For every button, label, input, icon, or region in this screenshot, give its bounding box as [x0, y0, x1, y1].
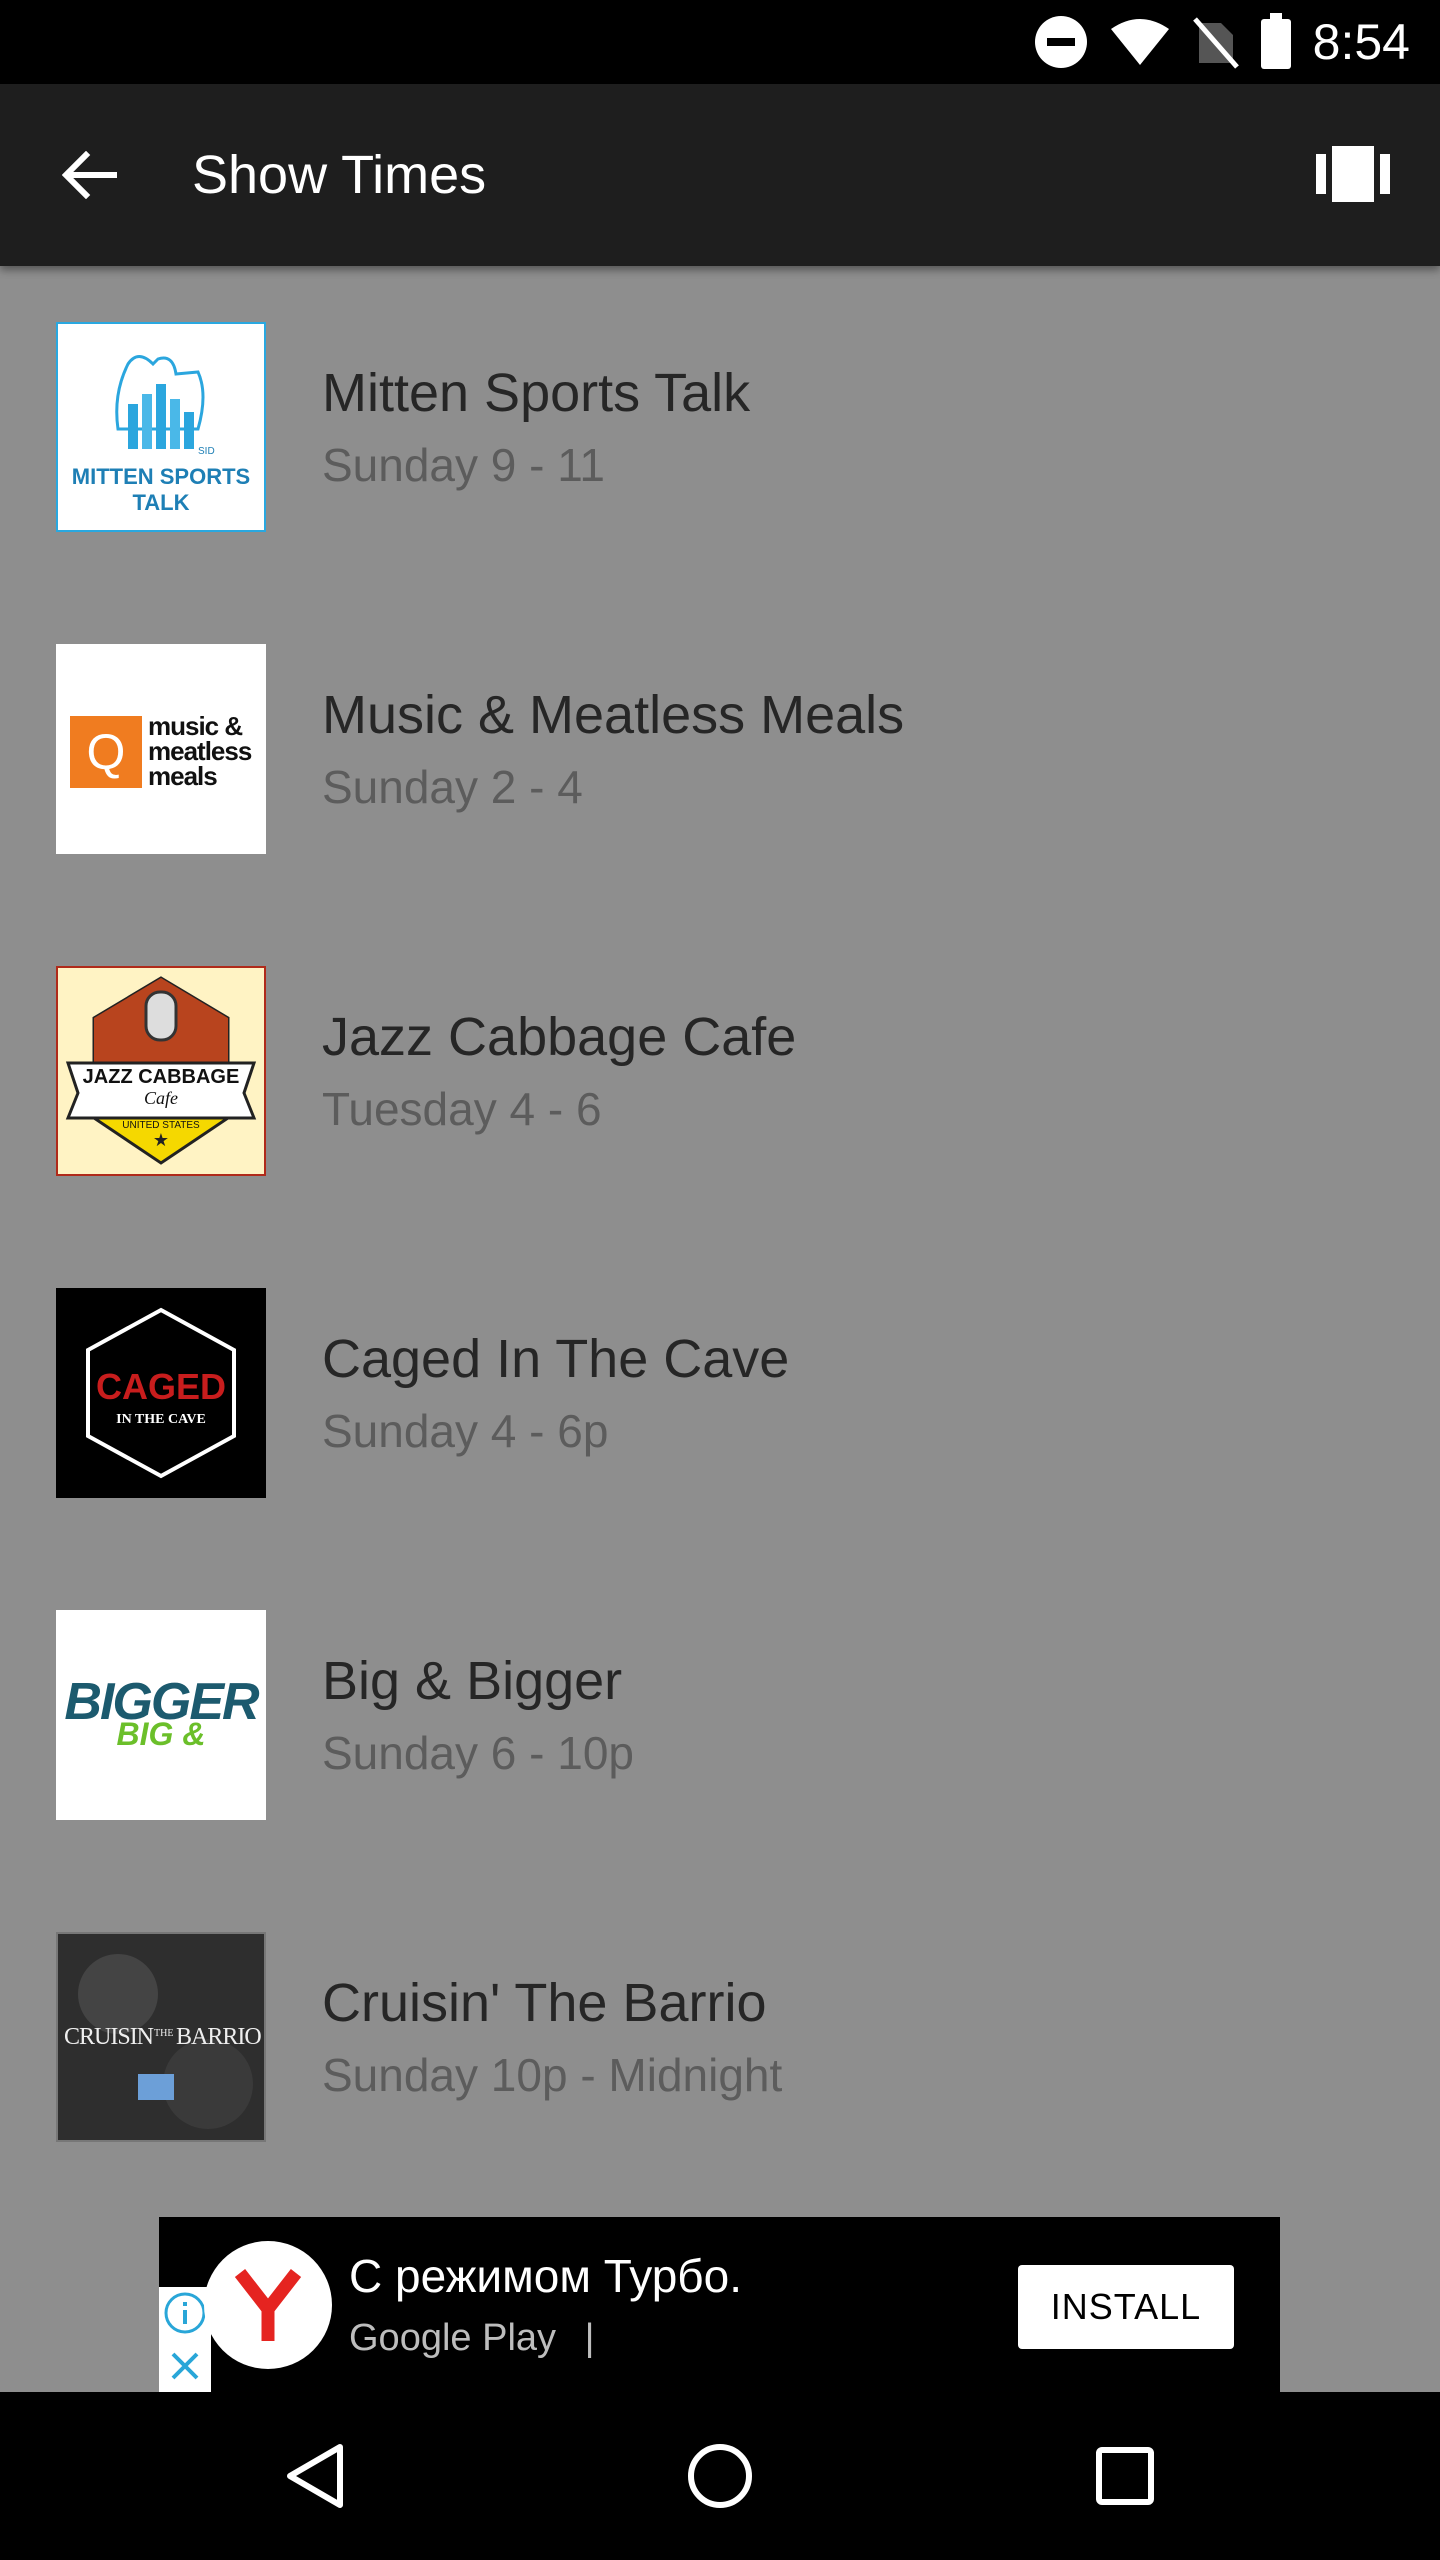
show-title: Caged In The Cave: [322, 1329, 790, 1389]
list-item[interactable]: CRUISIN THE BARRIO Cruisin' The Barrio S…: [0, 1876, 1440, 2198]
logo-text: music & meatless meals: [148, 711, 252, 791]
show-time: Tuesday 4 - 6: [322, 1083, 602, 1135]
logo-sub: IN THE CAVE: [116, 1412, 206, 1427]
system-nav-bar: [0, 2392, 1440, 2560]
logo-letter: Q: [86, 724, 126, 780]
ad-source: Google Play |: [349, 2317, 594, 2360]
logo-sub: BIG &: [116, 1716, 206, 1752]
show-logo-music-meatless-meals: Q music & meatless meals: [56, 644, 266, 854]
show-title: Jazz Cabbage Cafe: [322, 1007, 797, 1067]
cast-icon: [1316, 146, 1390, 202]
list-item[interactable]: BIGGER BIG & Big & Bigger Sunday 6 - 10p: [0, 1554, 1440, 1876]
logo-text: CRUISIN: [64, 2024, 154, 2050]
yandex-y-icon: [234, 2269, 302, 2341]
ad-separator: |: [584, 2317, 595, 2359]
nav-home-button[interactable]: [670, 2426, 770, 2526]
logo-badge-square: Q: [70, 716, 142, 788]
list-item[interactable]: MITTEN SPORTS TALK SID Mitten Sports Tal…: [0, 266, 1440, 588]
logo-mid: THE: [154, 2028, 174, 2039]
back-button[interactable]: [50, 139, 130, 211]
show-title: Big & Bigger: [322, 1651, 623, 1711]
install-button[interactable]: INSTALL: [1018, 2265, 1234, 2349]
show-logo-mitten-sports-talk: MITTEN SPORTS TALK SID: [56, 322, 266, 532]
ad-headline: С режимом Турбо.: [349, 2250, 743, 2302]
show-title: Mitten Sports Talk: [322, 363, 751, 423]
yandex-logo-icon: [204, 2241, 332, 2369]
recents-square-icon: [1096, 2447, 1154, 2505]
ad-info-button[interactable]: [159, 2287, 211, 2339]
show-title: Music & Meatless Meals: [322, 685, 905, 745]
app-bar: Show Times: [0, 84, 1440, 266]
status-bar: 8:54: [0, 0, 1440, 84]
show-title: Cruisin' The Barrio: [322, 1973, 767, 2033]
list-item[interactable]: ★ JAZZ CABBAGE Cafe UNITED STATES Jazz C…: [0, 910, 1440, 1232]
logo-sub: Cafe: [144, 1088, 178, 1108]
ad-banner[interactable]: С режимом Турбо. Google Play | INSTALL: [159, 2217, 1280, 2392]
do-not-disturb-icon: [1034, 16, 1087, 68]
list-item[interactable]: Q music & meatless meals Music & Meatles…: [0, 588, 1440, 910]
back-triangle-icon: [287, 2444, 343, 2508]
page-title: Show Times: [192, 145, 487, 205]
ad-close-button[interactable]: [159, 2339, 211, 2392]
logo-country: UNITED STATES: [122, 1120, 200, 1131]
show-logo-cruisin-the-barrio: CRUISIN THE BARRIO: [56, 1932, 266, 2142]
home-circle-icon: [688, 2444, 752, 2508]
no-sim-icon: [1192, 17, 1239, 69]
show-logo-jazz-cabbage-cafe: ★ JAZZ CABBAGE Cafe UNITED STATES: [56, 966, 266, 1176]
list-item[interactable]: CAGED IN THE CAVE Caged In The Cave Sund…: [0, 1232, 1440, 1554]
nav-recents-button[interactable]: [1075, 2426, 1175, 2526]
show-time: Sunday 6 - 10p: [322, 1727, 635, 1779]
logo-text: MITTEN SPORTS TALK: [71, 464, 251, 515]
status-icons: 8:54: [1034, 0, 1410, 84]
show-time: Sunday 10p - Midnight: [322, 2049, 783, 2101]
logo-text: JAZZ CABBAGE: [82, 1066, 240, 1088]
logo-text: CAGED: [95, 1366, 226, 1407]
show-time: Sunday 2 - 4: [322, 761, 583, 813]
show-logo-big-and-bigger: BIGGER BIG &: [56, 1610, 266, 1820]
show-logo-caged-in-the-cave: CAGED IN THE CAVE: [56, 1288, 266, 1498]
cast-button[interactable]: [1316, 144, 1390, 204]
battery-icon: [1260, 13, 1291, 69]
logo-text-2: BARRIO: [176, 2024, 262, 2050]
wifi-icon: [1110, 19, 1169, 65]
nav-back-button[interactable]: [265, 2426, 365, 2526]
svg-text:★: ★: [153, 1130, 169, 1150]
info-icon: [164, 2292, 206, 2334]
logo-badge: SID: [198, 446, 215, 457]
show-time: Sunday 9 - 11: [322, 439, 606, 491]
close-icon: [171, 2352, 199, 2379]
show-list: MITTEN SPORTS TALK SID Mitten Sports Tal…: [0, 266, 1440, 2392]
ad-source-label: Google Play: [349, 2317, 557, 2359]
show-time: Sunday 4 - 6p: [322, 1405, 609, 1457]
status-time: 8:54: [1312, 14, 1410, 70]
arrow-back-icon: [62, 151, 117, 199]
